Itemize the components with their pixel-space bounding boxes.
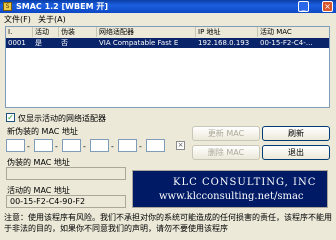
- close-button[interactable]: ×: [322, 1, 333, 12]
- table-cell: 是: [35, 39, 42, 47]
- table-cell: 192.168.0.193: [198, 39, 250, 47]
- refresh-button[interactable]: 刷新: [262, 126, 330, 141]
- window-title: SMAC 1.2 [WBEM 开]: [16, 2, 108, 11]
- column-header[interactable]: 活动: [33, 27, 59, 37]
- adapter-list[interactable]: I. 活动 伪装 网络适配器 IP 地址 活动 MAC 0001 是 否 VIA…: [5, 26, 330, 108]
- mac-separator: -: [55, 142, 58, 151]
- company-name: KLC CONSULTING, INC: [173, 177, 317, 188]
- clear-icon[interactable]: ×: [176, 141, 185, 150]
- column-header[interactable]: 网络适配器: [97, 27, 196, 37]
- table-cell: 00-15-F2-C4-…: [260, 39, 313, 47]
- app-icon: S: [3, 2, 12, 11]
- column-header[interactable]: 活动 MAC: [258, 27, 329, 37]
- active-mac-field: 00-15-F2-C4-90-F2: [6, 195, 126, 208]
- company-banner: KLC CONSULTING, INC www.klcconsulting.ne…: [132, 170, 328, 208]
- menu-about[interactable]: 关于(A): [38, 14, 66, 25]
- mac-octet-field[interactable]: [62, 139, 81, 152]
- active-only-checkbox[interactable]: ✓: [6, 113, 15, 122]
- mac-separator: -: [83, 142, 86, 151]
- warning-text: 注意：使用该程序有风险。我们不承担对你的系统可能造成的任何损害的责任，该程序不能…: [4, 213, 332, 233]
- mac-separator: -: [27, 142, 30, 151]
- mac-octet-field[interactable]: [6, 139, 25, 152]
- active-mac-value: 00-15-F2-C4-90-F2: [10, 197, 86, 206]
- column-header[interactable]: 伪装: [59, 27, 97, 37]
- active-only-label: 仅显示活动的网络适配器: [18, 114, 106, 123]
- column-header[interactable]: IP 地址: [196, 27, 258, 37]
- smac-window: S SMAC 1.2 [WBEM 开] _ × 文件(F) 关于(A) I. 活…: [0, 0, 336, 240]
- company-url: www.klcconsulting.net/smac: [159, 191, 304, 202]
- column-header[interactable]: I.: [6, 27, 33, 37]
- exit-button[interactable]: 退出: [262, 145, 330, 160]
- table-cell: 0001: [8, 39, 26, 47]
- menu-file[interactable]: 文件(F): [4, 14, 31, 25]
- table-cell: VIA Compatable Fast E: [99, 39, 179, 47]
- table-row[interactable]: 0001 是 否 VIA Compatable Fast E 192.168.0…: [6, 38, 329, 48]
- spoofed-mac-field: [6, 167, 126, 180]
- mac-octet-field[interactable]: [90, 139, 109, 152]
- mac-octet-field[interactable]: [34, 139, 53, 152]
- mac-octet-field[interactable]: [118, 139, 137, 152]
- title-bar[interactable]: S SMAC 1.2 [WBEM 开] _ ×: [0, 0, 336, 13]
- mac-octet-field[interactable]: [146, 139, 165, 152]
- update-mac-button[interactable]: 更新 MAC: [192, 126, 260, 141]
- mac-separator: -: [111, 142, 114, 151]
- minimize-button[interactable]: _: [298, 1, 309, 12]
- table-cell: 否: [61, 39, 68, 47]
- remove-mac-button[interactable]: 删除 MAC: [192, 145, 260, 160]
- mac-separator: -: [139, 142, 142, 151]
- menu-bar: 文件(F) 关于(A): [0, 13, 336, 25]
- new-mac-label: 新伪装的 MAC 地址: [7, 127, 78, 136]
